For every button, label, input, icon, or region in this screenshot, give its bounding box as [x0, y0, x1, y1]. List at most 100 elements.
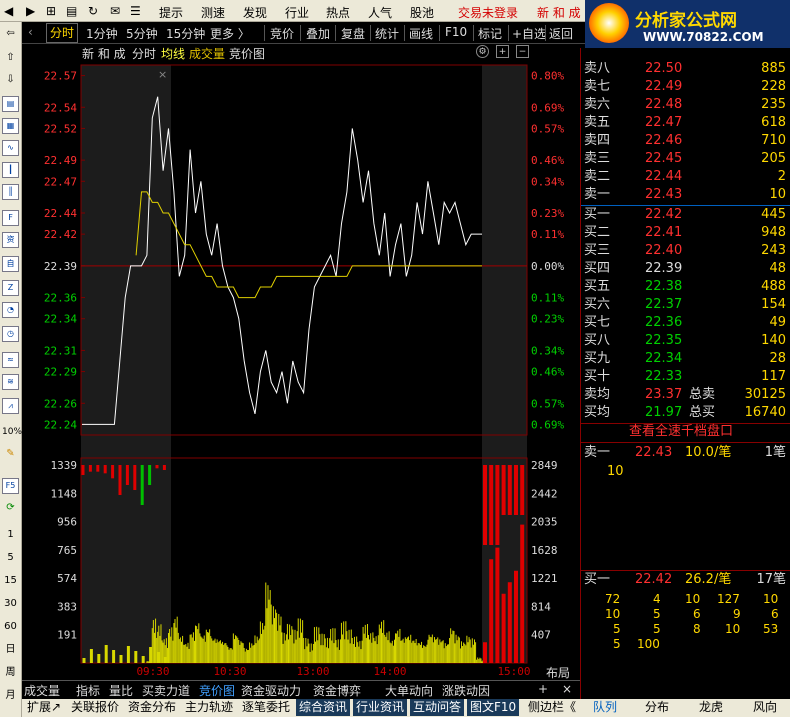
fiz-icon[interactable]: Z — [2, 280, 19, 296]
tab-bid[interactable]: 竞价 — [270, 25, 294, 42]
arrow-up-icon[interactable]: ⇧ — [2, 50, 19, 66]
indicator-tab[interactable]: 成交量 — [24, 682, 60, 699]
clock-icon[interactable]: ◷ — [2, 326, 19, 342]
period-day[interactable]: 日 — [2, 642, 19, 658]
menu-item-industry[interactable]: 行业 — [285, 4, 309, 21]
menu-icon-4[interactable]: ✉ — [110, 4, 120, 18]
menu-mid-icon[interactable]: ⊞ — [46, 4, 56, 18]
tab-draw[interactable]: 画线 — [409, 25, 433, 42]
vol-tick-label: 1148 — [51, 487, 78, 500]
period-5[interactable]: 5 — [2, 550, 19, 566]
menu-item-popular[interactable]: 人气 — [368, 4, 392, 21]
menu-item-speedtest[interactable]: 测速 — [201, 4, 225, 21]
tab-1min[interactable]: 1分钟 — [86, 25, 118, 42]
f10-icon[interactable]: F — [2, 210, 19, 226]
wave-icon[interactable]: ≈ — [2, 352, 19, 368]
right-tab[interactable]: 龙虎 — [696, 699, 726, 716]
indicator-tab[interactable]: 买卖力道 — [142, 682, 190, 699]
tab-f10[interactable]: F10 — [445, 25, 467, 39]
indicator-tab[interactable]: 涨跌动因 — [442, 682, 490, 699]
tab-replay[interactable]: 复盘 — [341, 25, 365, 42]
premarket-area — [81, 65, 171, 663]
kline-icon[interactable]: ┃ — [2, 162, 19, 178]
layout-button[interactable]: 布局 — [533, 664, 583, 680]
sell-level-price: 22.43 — [645, 187, 683, 202]
info-tab[interactable]: 综合资讯 — [296, 699, 351, 716]
info-tab[interactable]: 资金分布 — [125, 699, 179, 716]
arrow-left-icon[interactable]: ⇦ — [2, 26, 19, 42]
timeshare-chart[interactable]: × 22.57 0.80% 22.54 0.69% 22.52 0.57% 22.49 0.46… — [22, 60, 580, 680]
minus-icon[interactable]: − — [516, 45, 529, 58]
period-week[interactable]: 周 — [2, 665, 19, 681]
buy-level-price: 22.35 — [645, 333, 683, 348]
indicator-tab[interactable]: 大单动向 — [385, 682, 433, 699]
indicator-tab[interactable]: 资金驱动力 — [241, 682, 301, 699]
tab-add-watch[interactable]: +自选 — [512, 25, 546, 42]
period-60[interactable]: 60 — [2, 619, 19, 635]
period-1[interactable]: 1 — [2, 527, 19, 543]
period-month[interactable]: 月 — [2, 688, 19, 704]
tab-timeshare[interactable]: 分时 — [46, 23, 79, 43]
menu-item-hot[interactable]: 热点 — [326, 4, 350, 21]
menu-item-discover[interactable]: 发现 — [243, 4, 267, 21]
info-tab[interactable]: 互动问答 — [410, 699, 465, 716]
full-depth-link[interactable]: 查看全速千档盘口 — [629, 423, 733, 441]
info-tab[interactable]: 主力轨迹 — [182, 699, 236, 716]
tab-stats[interactable]: 统计 — [375, 25, 399, 42]
menu-item-tips[interactable]: 提示 — [159, 4, 183, 21]
indicator-tab[interactable]: 量比 — [109, 682, 133, 699]
zigzag-icon[interactable]: ⩘ — [2, 398, 19, 414]
settings-icon[interactable]: ⚙ — [476, 45, 489, 58]
pencil-icon[interactable]: ✎ — [2, 446, 19, 462]
add-indicator-icon[interactable]: + — [538, 682, 548, 696]
report-icon[interactable]: ▤ — [2, 96, 19, 112]
info-tab[interactable]: 逐笔委托 — [239, 699, 293, 716]
plus-icon[interactable]: + — [496, 45, 509, 58]
menu-icon-2[interactable]: ▤ — [66, 4, 77, 18]
price-tick-label: 22.42 — [44, 228, 77, 241]
percent-icon[interactable]: 10% — [2, 424, 22, 440]
left-toolbar: ⇦ ⇧ ⇩ ▤ ▦ ∿ ┃ ║ F 资 自 Z ◔ ◷ ≈ ≋ ⩘ 10% ✎ … — [0, 22, 22, 717]
menu-icon-3[interactable]: ↻ — [88, 4, 98, 18]
login-status[interactable]: 交易未登录 — [458, 4, 518, 21]
right-tab[interactable]: 分布 — [642, 699, 672, 716]
right-tab[interactable]: 风向 — [750, 699, 780, 716]
refresh-icon[interactable]: ⟳ — [2, 500, 19, 516]
tab-5min[interactable]: 5分钟 — [126, 25, 158, 42]
period-30[interactable]: 30 — [2, 596, 19, 612]
buy-level-label: 买九 — [584, 351, 611, 366]
close-indicator-icon[interactable]: × — [562, 682, 572, 696]
pie-icon[interactable]: ◔ — [2, 302, 19, 318]
indicator-tab[interactable]: 资金博弈 — [313, 682, 361, 699]
tab-back[interactable]: 返回 — [549, 25, 573, 42]
news-icon[interactable]: 资 — [2, 232, 19, 248]
menu-item-pool[interactable]: 股池 — [410, 4, 434, 21]
right-tab[interactable]: 队列 — [590, 699, 620, 716]
info-tab[interactable]: 关联报价 — [68, 699, 122, 716]
buy-level-volume: 48 — [769, 261, 786, 276]
self-icon[interactable]: 自 — [2, 256, 19, 272]
f5-icon[interactable]: F5 — [2, 478, 19, 494]
wave2-icon[interactable]: ≋ — [2, 374, 19, 390]
tab-more[interactable]: 更多 〉 — [210, 25, 250, 42]
info-tab[interactable]: 图文F10 — [467, 699, 520, 716]
back-icon[interactable]: ◀ — [4, 4, 13, 18]
tab-15min[interactable]: 15分钟 — [166, 25, 205, 42]
info-tab[interactable]: 行业资讯 — [353, 699, 408, 716]
indicator-tab[interactable]: 指标 — [76, 682, 100, 699]
forward-icon[interactable]: ▶ — [26, 4, 35, 18]
arrow-down-icon[interactable]: ⇩ — [2, 72, 19, 88]
tab-mark[interactable]: 标记 — [478, 25, 502, 42]
menu-icon-5[interactable]: ☰ — [130, 4, 141, 18]
buy-level-price: 22.36 — [645, 315, 683, 330]
grid-icon[interactable]: ▦ — [2, 118, 19, 134]
period-15[interactable]: 15 — [2, 573, 19, 589]
info-tab[interactable]: 侧边栏《 — [525, 699, 579, 716]
indicator-tab[interactable]: 竞价图 — [199, 682, 235, 699]
collapse-icon[interactable]: ‹ — [28, 25, 33, 39]
tab-overlay[interactable]: 叠加 — [306, 25, 330, 42]
info-tab[interactable]: 扩展↗ — [24, 699, 64, 716]
candle-icon[interactable]: ║ — [2, 184, 19, 200]
sell-level-price: 22.47 — [645, 115, 683, 130]
line-chart-icon[interactable]: ∿ — [2, 140, 19, 156]
